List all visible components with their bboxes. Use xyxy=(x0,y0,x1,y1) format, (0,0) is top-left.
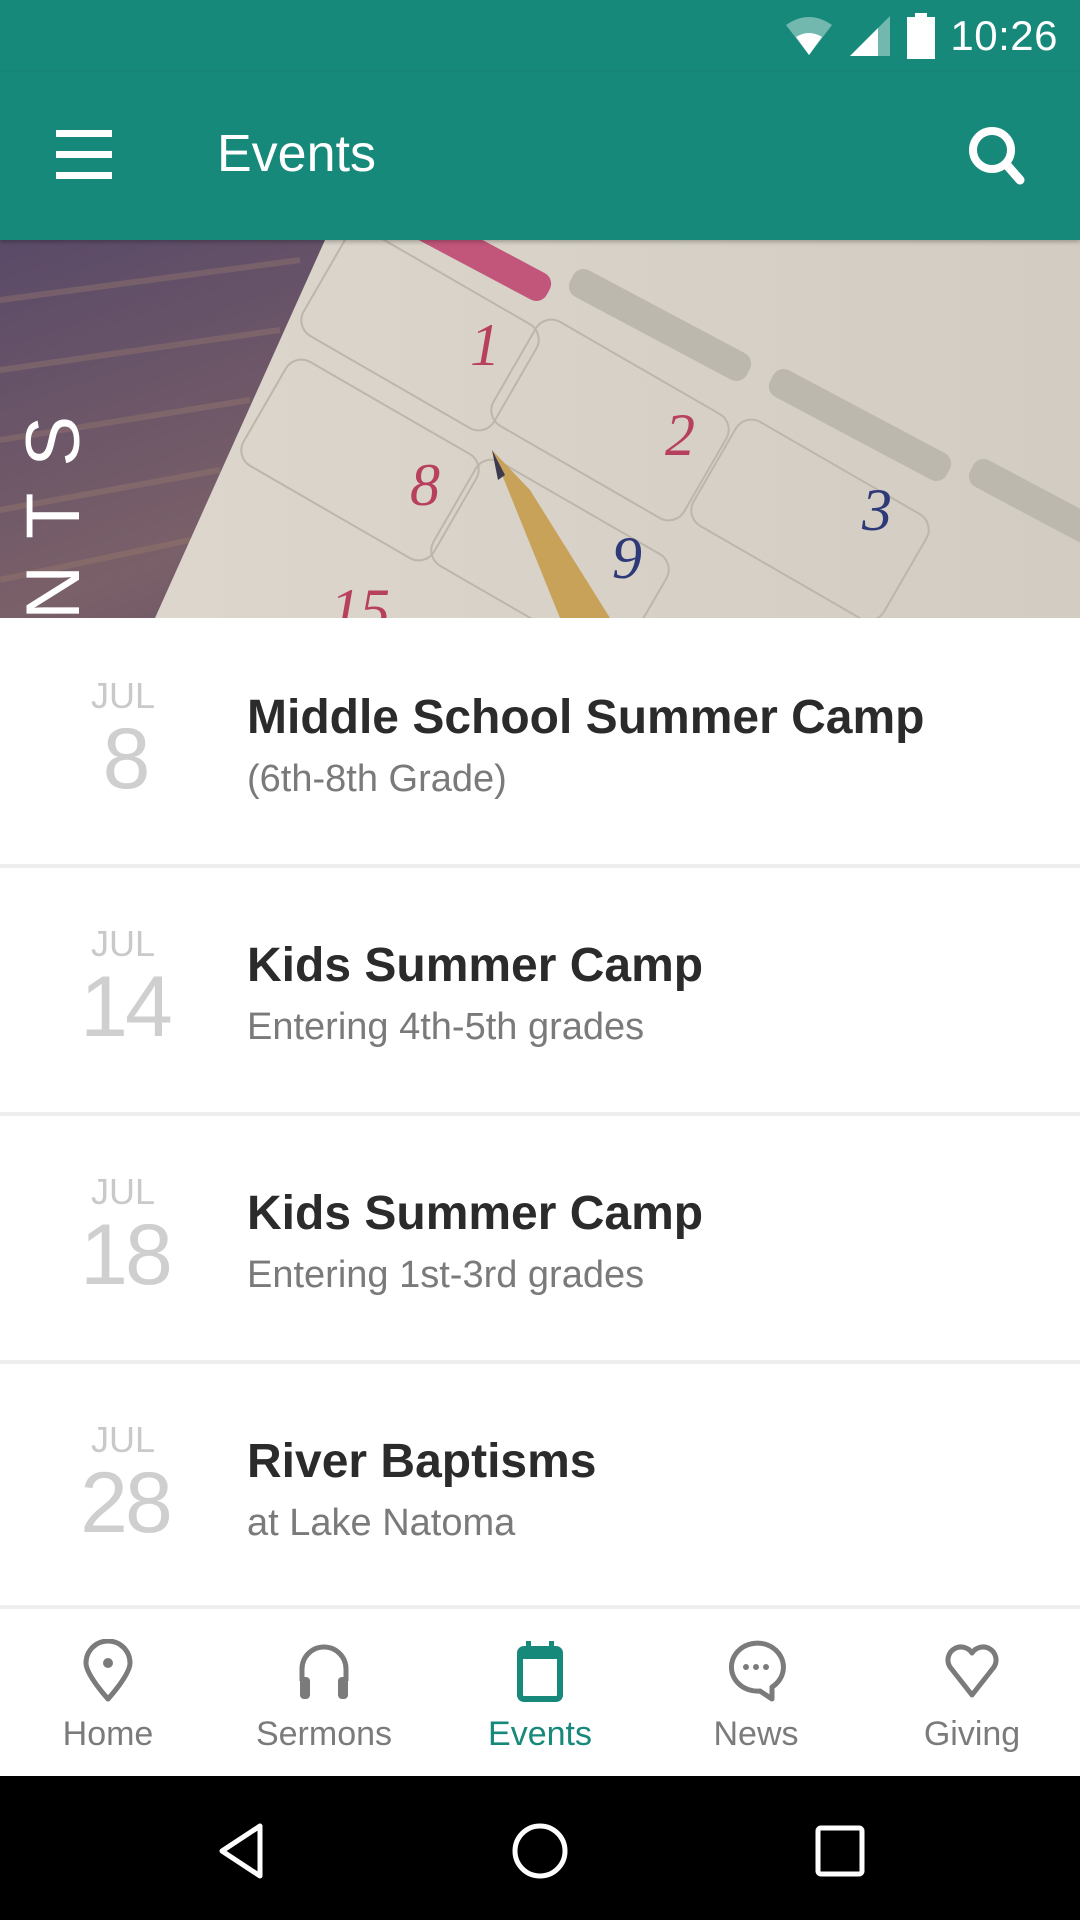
home-button[interactable] xyxy=(500,1810,580,1890)
nav-item-news[interactable]: News xyxy=(648,1609,864,1780)
events-banner: 1 2 3 8 9 15 EVENTS xyxy=(0,240,1080,618)
battery-icon xyxy=(907,13,936,59)
search-button[interactable] xyxy=(954,112,1040,198)
event-day: 14 xyxy=(80,959,173,1055)
banner-title: EVENTS xyxy=(10,390,97,618)
nav-label: Sermons xyxy=(255,1715,393,1753)
headphones-icon xyxy=(299,1644,349,1699)
location-pin-icon xyxy=(83,1639,133,1702)
nav-item-giving[interactable]: Giving xyxy=(864,1609,1080,1780)
nav-label: Home xyxy=(62,1715,154,1753)
event-title: Kids Summer Camp xyxy=(247,939,704,992)
heart-icon xyxy=(945,1644,999,1698)
system-navigation-bar xyxy=(0,1776,1080,1920)
cell-signal-icon xyxy=(850,16,891,56)
event-list: JUL 8 Middle School Summer Camp (6th-8th… xyxy=(0,620,1080,1612)
chat-bubble-icon xyxy=(728,1640,786,1702)
event-subtitle: Entering 4th-5th grades xyxy=(247,1006,645,1048)
nav-label: News xyxy=(713,1715,799,1753)
event-subtitle: (6th-8th Grade) xyxy=(247,758,507,800)
back-icon xyxy=(219,1823,263,1879)
page-title: Events xyxy=(217,125,376,183)
nav-item-sermons[interactable]: Sermons xyxy=(216,1609,432,1780)
bottom-navigation: Home Sermons Events News Giving xyxy=(0,1605,1080,1780)
back-button[interactable] xyxy=(200,1810,280,1890)
home-circle-icon xyxy=(512,1823,568,1879)
svg-text:15: 15 xyxy=(330,577,390,618)
status-time: 10:26 xyxy=(950,12,1058,59)
event-day: 28 xyxy=(80,1455,173,1551)
event-title: Kids Summer Camp xyxy=(247,1187,704,1240)
app-bar: Events xyxy=(0,72,1080,240)
event-list-item[interactable]: JUL 28 River Baptisms at Lake Natoma xyxy=(0,1364,1080,1612)
svg-text:2: 2 xyxy=(665,402,695,468)
event-subtitle: Entering 1st-3rd grades xyxy=(247,1254,645,1296)
event-list-item[interactable]: JUL 8 Middle School Summer Camp (6th-8th… xyxy=(0,620,1080,868)
hamburger-line xyxy=(56,172,112,179)
event-list-item[interactable]: JUL 18 Kids Summer Camp Entering 1st-3rd… xyxy=(0,1116,1080,1364)
menu-button[interactable] xyxy=(40,116,130,196)
svg-text:9: 9 xyxy=(612,525,642,591)
svg-text:8: 8 xyxy=(410,452,440,518)
recents-button[interactable] xyxy=(800,1810,880,1890)
wifi-icon xyxy=(786,17,833,55)
status-bar: 10:26 xyxy=(0,0,1080,72)
hamburger-line xyxy=(56,151,112,158)
search-icon xyxy=(969,127,1025,185)
nav-item-home[interactable]: Home xyxy=(0,1609,216,1780)
nav-label: Events xyxy=(488,1715,592,1753)
event-title: River Baptisms xyxy=(247,1435,597,1488)
hamburger-menu-icon xyxy=(56,130,112,137)
event-day: 18 xyxy=(80,1207,173,1303)
nav-label: Giving xyxy=(923,1715,1021,1753)
nav-item-events[interactable]: Events xyxy=(432,1609,648,1780)
event-subtitle: at Lake Natoma xyxy=(247,1502,516,1544)
calendar-photo: 1 2 3 8 9 15 xyxy=(0,240,1080,618)
event-title: Middle School Summer Camp xyxy=(247,691,925,744)
svg-text:1: 1 xyxy=(470,312,500,378)
calendar-icon xyxy=(517,1641,563,1702)
recents-square-icon xyxy=(815,1825,865,1877)
svg-text:3: 3 xyxy=(861,477,892,543)
event-list-item[interactable]: JUL 14 Kids Summer Camp Entering 4th-5th… xyxy=(0,868,1080,1116)
event-day: 8 xyxy=(102,711,151,807)
